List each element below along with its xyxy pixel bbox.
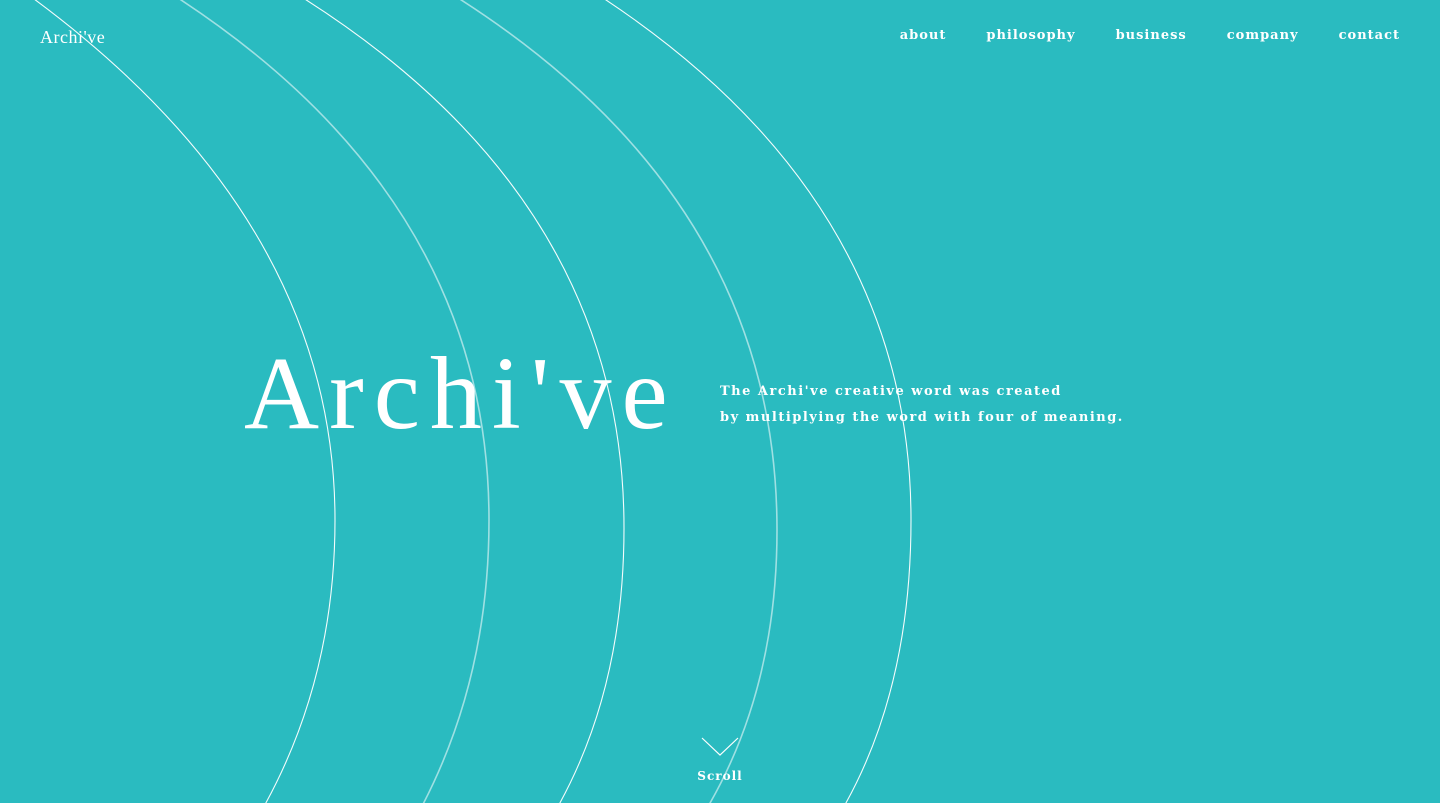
tagline-line-1: The Archi've creative word was created xyxy=(720,384,1062,399)
hero-tagline: The Archi've creative word was created b… xyxy=(720,379,1124,431)
nav-item-company[interactable]: company xyxy=(1227,28,1299,43)
nav-item-contact[interactable]: contact xyxy=(1339,28,1400,43)
hero-title: Archi've xyxy=(244,336,678,451)
logo-link[interactable]: Archi've xyxy=(40,27,105,48)
nav-item-business[interactable]: business xyxy=(1116,28,1187,43)
scroll-button[interactable]: Scroll xyxy=(680,734,760,783)
chevron-down-icon xyxy=(701,737,739,756)
main-nav: about philosophy business company contac… xyxy=(900,28,1400,43)
nav-item-about[interactable]: about xyxy=(900,28,947,43)
scroll-label: Scroll xyxy=(697,769,743,783)
tagline-line-2: by multiplying the word with four of mea… xyxy=(720,410,1124,425)
nav-item-philosophy[interactable]: philosophy xyxy=(986,28,1075,43)
